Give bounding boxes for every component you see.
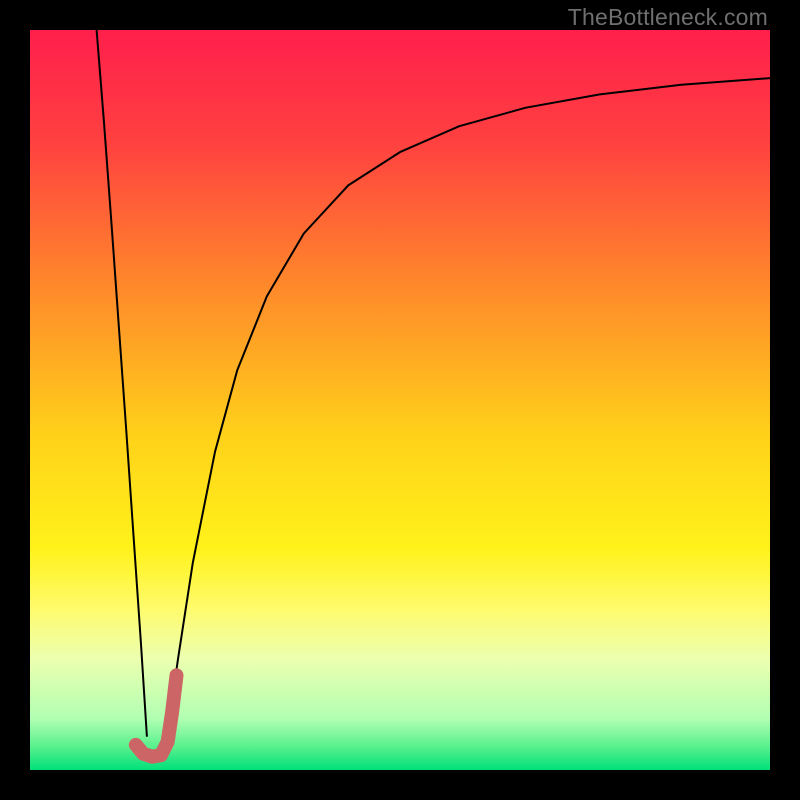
chart-svg: [30, 30, 770, 770]
attribution-watermark: TheBottleneck.com: [568, 4, 768, 31]
chart-frame: TheBottleneck.com: [0, 0, 800, 800]
plot-area: [30, 30, 770, 770]
